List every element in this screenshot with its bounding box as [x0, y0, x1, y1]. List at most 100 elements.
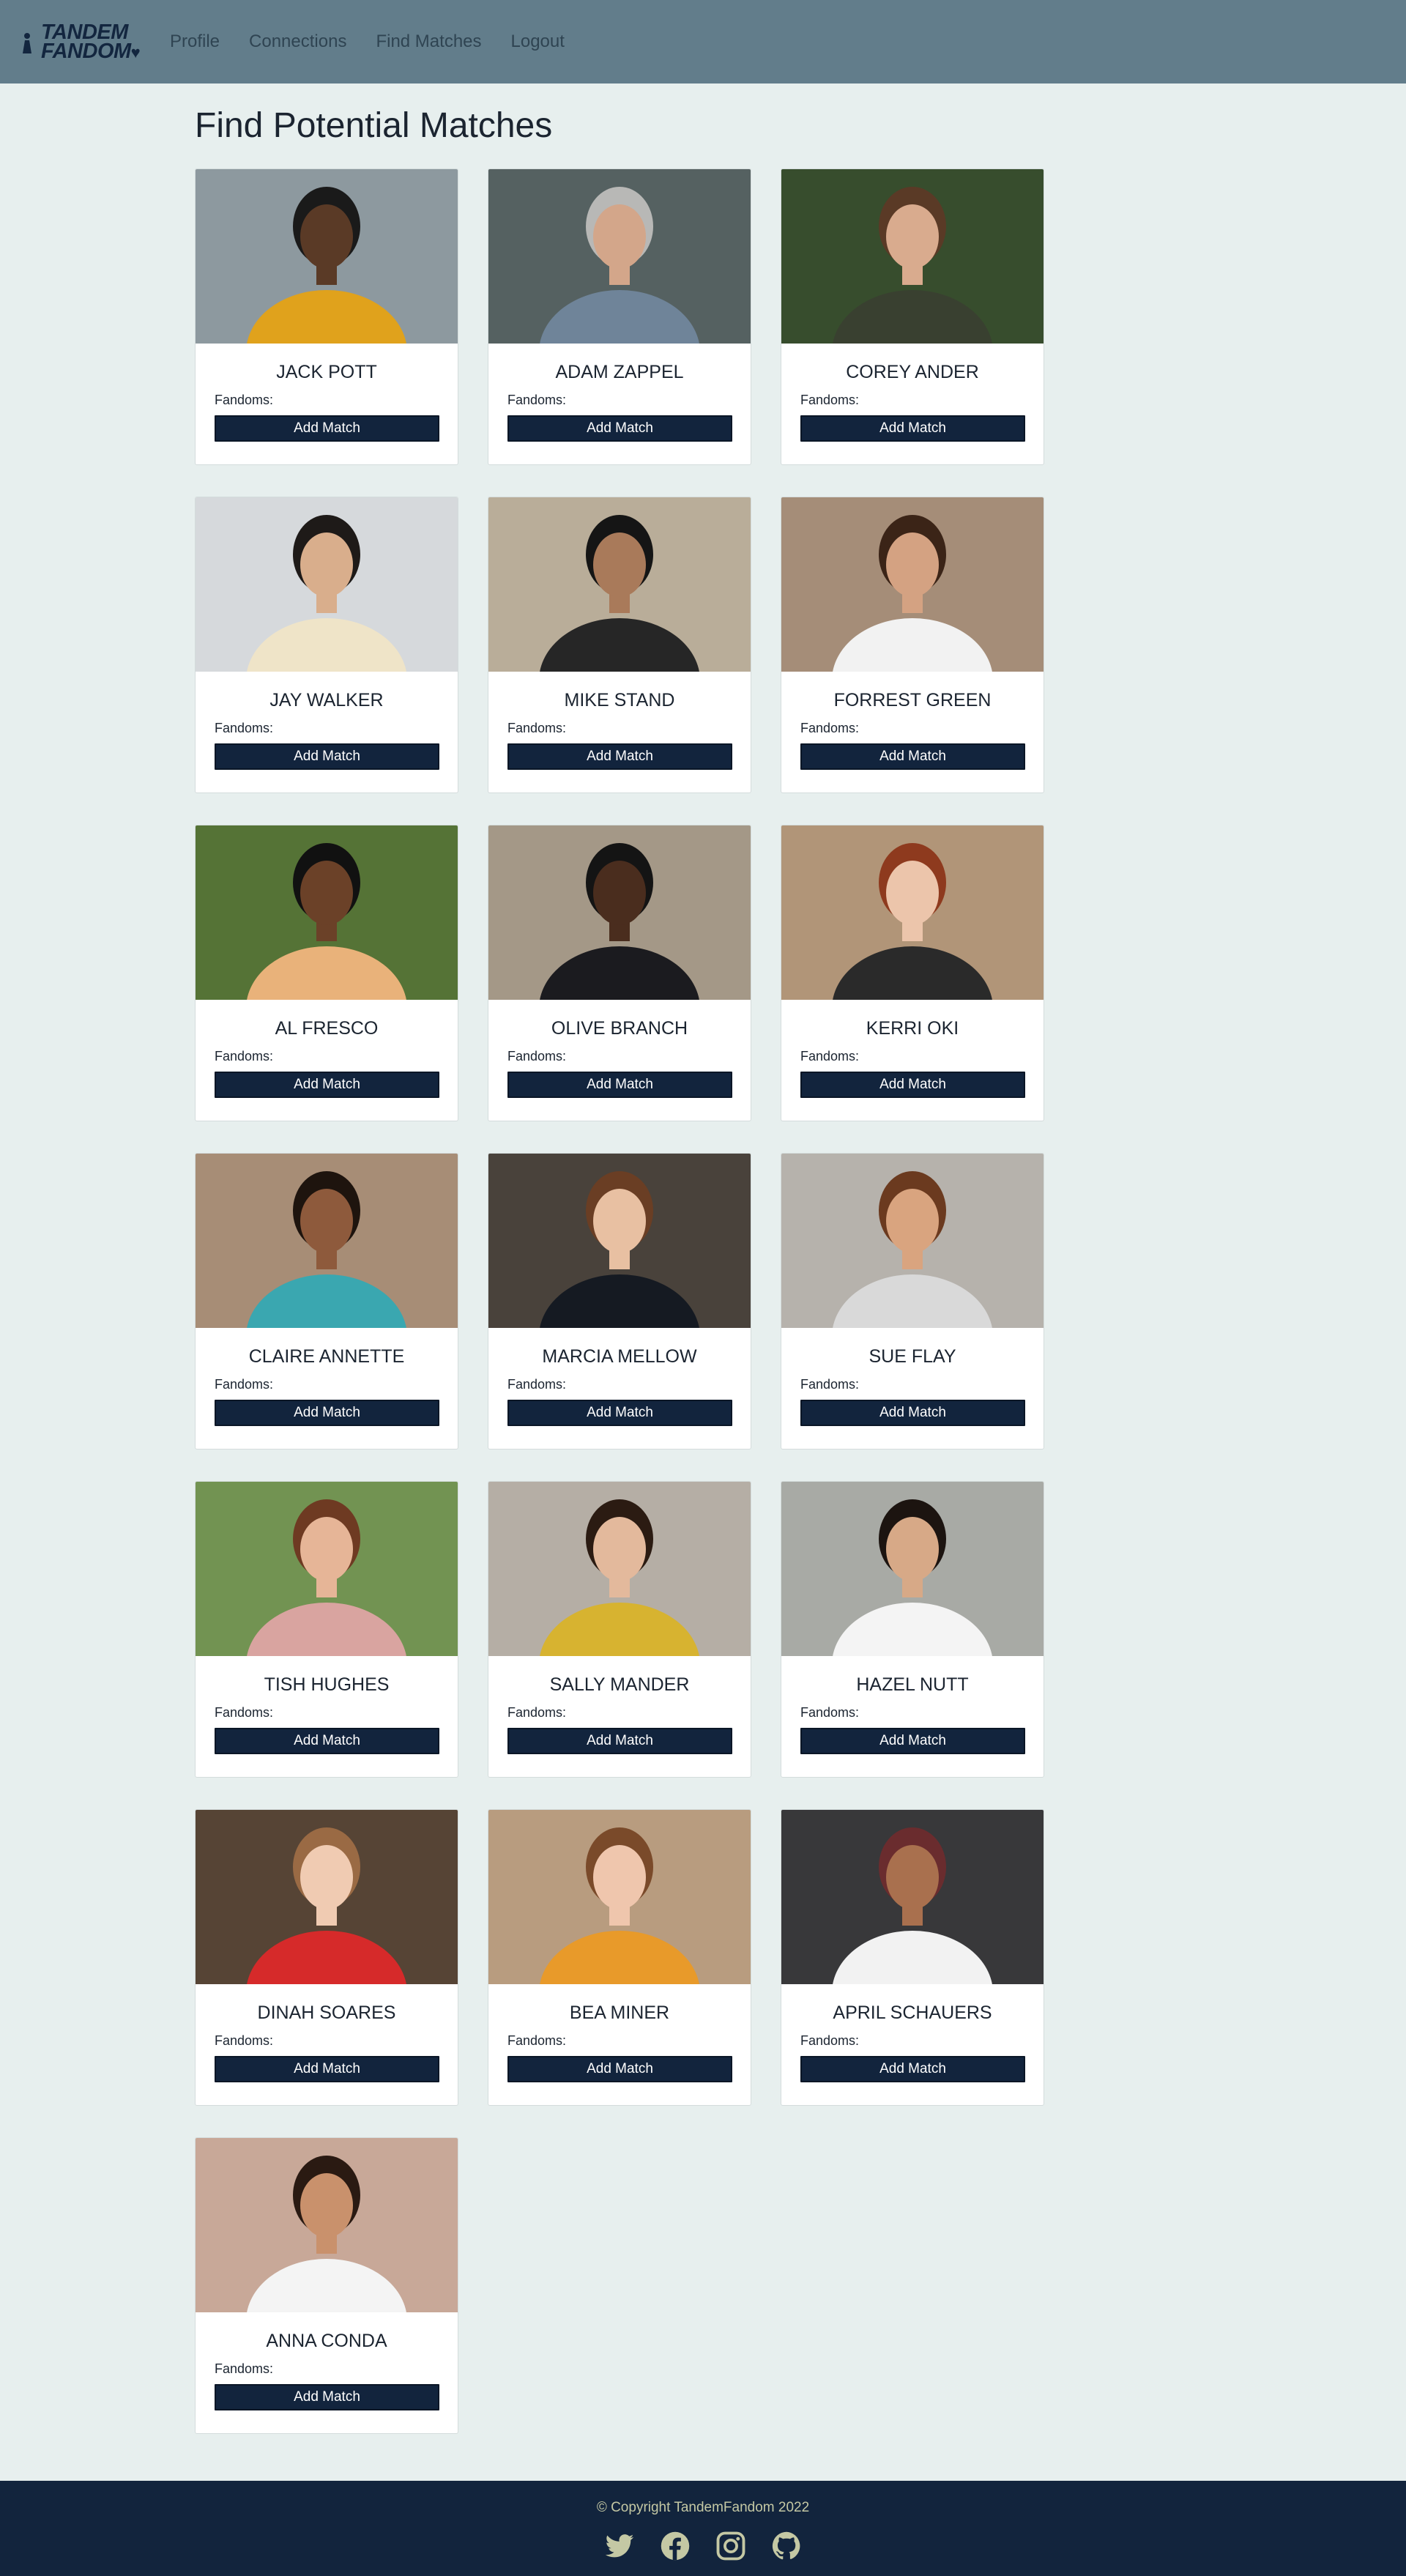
- add-match-button[interactable]: Add Match: [215, 1728, 439, 1754]
- fandoms-label: Fandoms:: [800, 1705, 860, 1720]
- nav-link-logout[interactable]: Logout: [511, 31, 565, 52]
- match-name: TISH HUGHES: [264, 1674, 390, 1695]
- match-name: FORREST GREEN: [833, 690, 992, 710]
- match-card: SUE FLAY Fandoms: Add Match: [781, 1153, 1044, 1450]
- match-name: ANNA CONDA: [266, 2331, 387, 2351]
- match-card: BEA MINER Fandoms: Add Match: [488, 1809, 751, 2106]
- add-match-button[interactable]: Add Match: [507, 415, 732, 442]
- card-body: APRIL SCHAUERS Fandoms: Add Match: [781, 1984, 1044, 2082]
- add-match-button[interactable]: Add Match: [215, 2384, 439, 2410]
- match-name: SUE FLAY: [868, 1346, 956, 1367]
- match-card: TISH HUGHES Fandoms: Add Match: [195, 1481, 458, 1778]
- profile-photo: [196, 497, 458, 672]
- heart-logo-icon: [23, 33, 31, 53]
- card-body: DINAH SOARES Fandoms: Add Match: [196, 1984, 458, 2082]
- match-name: SALLY MANDER: [549, 1674, 690, 1695]
- add-match-button[interactable]: Add Match: [215, 1400, 439, 1426]
- match-grid: JACK POTT Fandoms: Add Match ADAM ZAPPEL Fan…: [195, 168, 1406, 2434]
- profile-photo: [196, 1482, 458, 1656]
- nav-link-connections[interactable]: Connections: [249, 31, 346, 52]
- card-body: MARCIA MELLOW Fandoms: Add Match: [488, 1328, 751, 1426]
- card-body: JACK POTT Fandoms: Add Match: [196, 344, 458, 442]
- card-body: AL FRESCO Fandoms: Add Match: [196, 1000, 458, 1098]
- match-name: HAZEL NUTT: [856, 1674, 969, 1695]
- copyright-text: © Copyright TandemFandom 2022: [596, 2500, 810, 2515]
- card-body: SALLY MANDER Fandoms: Add Match: [488, 1656, 751, 1754]
- profile-photo: [196, 825, 458, 1000]
- add-match-button[interactable]: Add Match: [800, 415, 1025, 442]
- fandoms-label: Fandoms:: [507, 1049, 567, 1064]
- fandoms-label: Fandoms:: [507, 393, 567, 407]
- profile-photo: [781, 1482, 1044, 1656]
- add-match-button[interactable]: Add Match: [215, 1072, 439, 1098]
- twitter-icon[interactable]: [604, 2531, 635, 2561]
- match-card: AL FRESCO Fandoms: Add Match: [195, 825, 458, 1121]
- fandoms-label: Fandoms:: [800, 1049, 860, 1064]
- match-card: JAY WALKER Fandoms: Add Match: [195, 497, 458, 793]
- fandoms-label: Fandoms:: [215, 2361, 274, 2376]
- add-match-button[interactable]: Add Match: [507, 2056, 732, 2082]
- match-card: MIKE STAND Fandoms: Add Match: [488, 497, 751, 793]
- add-match-button[interactable]: Add Match: [507, 1400, 732, 1426]
- profile-photo: [488, 825, 751, 1000]
- match-card: DINAH SOARES Fandoms: Add Match: [195, 1809, 458, 2106]
- match-name: JAY WALKER: [269, 690, 384, 710]
- match-name: COREY ANDER: [846, 362, 979, 382]
- fandoms-label: Fandoms:: [507, 1705, 567, 1720]
- match-card: COREY ANDER Fandoms: Add Match: [781, 168, 1044, 465]
- card-body: CLAIRE ANNETTE Fandoms: Add Match: [196, 1328, 458, 1426]
- match-name: ADAM ZAPPEL: [555, 362, 684, 382]
- profile-photo: [781, 1810, 1044, 1984]
- add-match-button[interactable]: Add Match: [215, 743, 439, 770]
- card-body: COREY ANDER Fandoms: Add Match: [781, 344, 1044, 442]
- match-card: JACK POTT Fandoms: Add Match: [195, 168, 458, 465]
- match-card: MARCIA MELLOW Fandoms: Add Match: [488, 1153, 751, 1450]
- add-match-button[interactable]: Add Match: [507, 743, 732, 770]
- card-body: MIKE STAND Fandoms: Add Match: [488, 672, 751, 770]
- github-icon[interactable]: [771, 2531, 802, 2561]
- nav-link-profile[interactable]: Profile: [170, 31, 220, 52]
- add-match-button[interactable]: Add Match: [800, 1072, 1025, 1098]
- match-name: MARCIA MELLOW: [542, 1346, 697, 1367]
- social-links: [0, 2531, 1406, 2561]
- add-match-button[interactable]: Add Match: [507, 1728, 732, 1754]
- fandoms-label: Fandoms:: [215, 393, 274, 407]
- fandoms-label: Fandoms:: [215, 1705, 274, 1720]
- fandoms-label: Fandoms:: [215, 2033, 274, 2048]
- match-name: JACK POTT: [276, 362, 377, 382]
- nav-link-find-matches[interactable]: Find Matches: [376, 31, 481, 52]
- profile-photo: [781, 169, 1044, 344]
- brand-logo[interactable]: TANDEM FANDOM♥: [21, 21, 145, 63]
- profile-photo: [781, 1154, 1044, 1328]
- add-match-button[interactable]: Add Match: [215, 415, 439, 442]
- brand-line-2: FANDOM♥: [41, 40, 141, 63]
- profile-photo: [196, 2138, 458, 2312]
- card-body: FORREST GREEN Fandoms: Add Match: [781, 672, 1044, 770]
- match-name: CLAIRE ANNETTE: [248, 1346, 405, 1367]
- main-content: Find Potential Matches JACK POTT Fandoms:…: [0, 83, 1406, 2481]
- top-navbar: TANDEM FANDOM♥ Profile Connections Find …: [0, 0, 1406, 83]
- match-card: OLIVE BRANCH Fandoms: Add Match: [488, 825, 751, 1121]
- add-match-button[interactable]: Add Match: [800, 2056, 1025, 2082]
- match-name: APRIL SCHAUERS: [833, 2002, 992, 2023]
- profile-photo: [196, 1810, 458, 1984]
- match-card: FORREST GREEN Fandoms: Add Match: [781, 497, 1044, 793]
- match-name: OLIVE BRANCH: [551, 1018, 688, 1039]
- add-match-button[interactable]: Add Match: [215, 2056, 439, 2082]
- match-name: MIKE STAND: [564, 690, 675, 710]
- match-card: HAZEL NUTT Fandoms: Add Match: [781, 1481, 1044, 1778]
- match-card: KERRI OKI Fandoms: Add Match: [781, 825, 1044, 1121]
- card-body: OLIVE BRANCH Fandoms: Add Match: [488, 1000, 751, 1098]
- match-card: ANNA CONDA Fandoms: Add Match: [195, 2137, 458, 2434]
- add-match-button[interactable]: Add Match: [800, 1728, 1025, 1754]
- add-match-button[interactable]: Add Match: [507, 1072, 732, 1098]
- facebook-icon[interactable]: [660, 2531, 691, 2561]
- fandoms-label: Fandoms:: [215, 721, 274, 735]
- add-match-button[interactable]: Add Match: [800, 743, 1025, 770]
- heart-icon: ♥: [130, 43, 141, 62]
- add-match-button[interactable]: Add Match: [800, 1400, 1025, 1426]
- profile-photo: [781, 825, 1044, 1000]
- fandoms-label: Fandoms:: [215, 1377, 274, 1392]
- card-body: SUE FLAY Fandoms: Add Match: [781, 1328, 1044, 1426]
- instagram-icon[interactable]: [715, 2531, 746, 2561]
